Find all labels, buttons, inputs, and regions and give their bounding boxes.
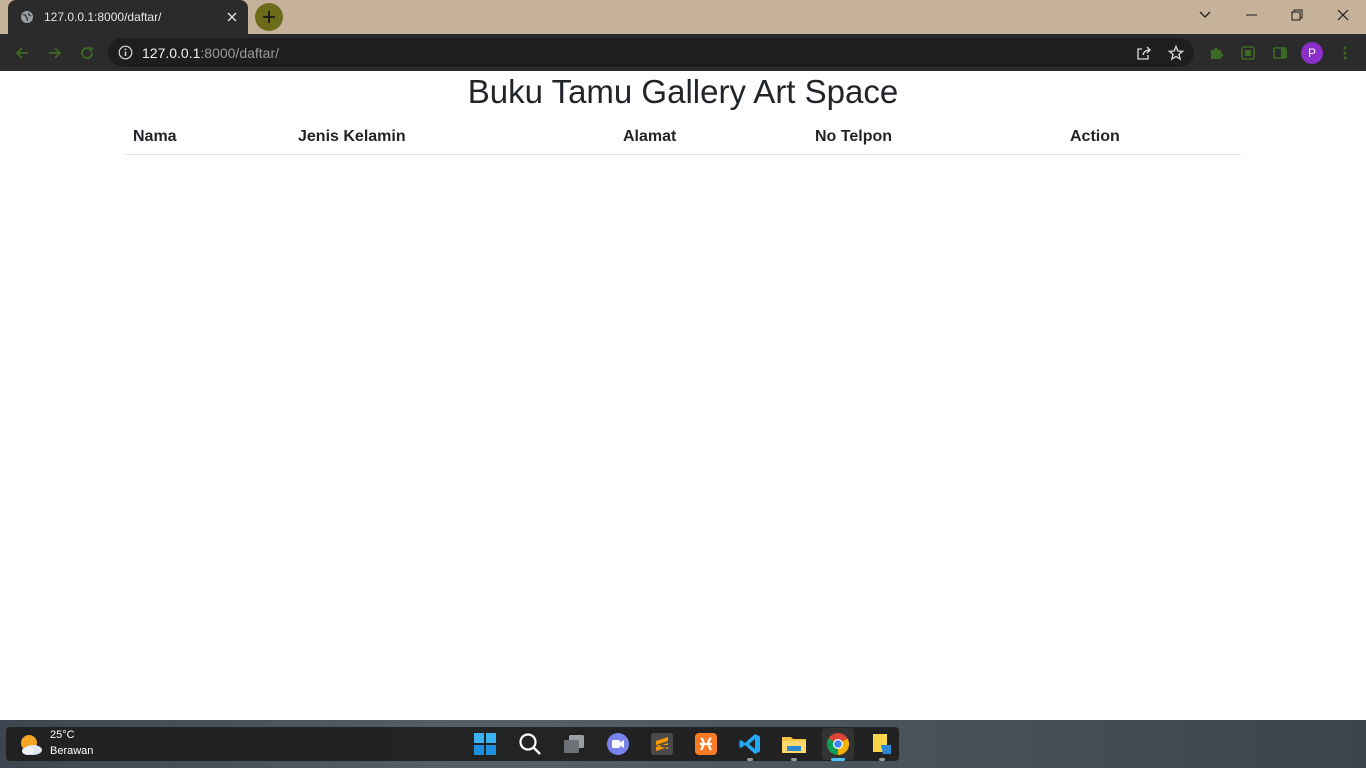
guest-table: Nama Jenis Kelamin Alamat No Telpon Acti… <box>125 121 1241 155</box>
weather-temperature[interactable]: 25°C <box>50 729 75 741</box>
reload-icon[interactable] <box>77 43 97 63</box>
column-header-alamat: Alamat <box>615 121 807 155</box>
vscode-icon[interactable] <box>734 728 766 761</box>
minimize-icon[interactable] <box>1228 0 1274 30</box>
sublime-text-icon[interactable] <box>646 728 678 760</box>
extensions-puzzle-icon[interactable] <box>1206 43 1226 63</box>
bookmark-star-icon[interactable] <box>1167 44 1185 62</box>
new-tab-button[interactable] <box>255 3 283 31</box>
weather-description[interactable]: Berawan <box>50 745 93 757</box>
tab-title: 127.0.0.1:8000/daftar/ <box>44 10 162 24</box>
teams-chat-icon[interactable] <box>602 728 634 760</box>
globe-icon <box>20 10 34 24</box>
column-header-no-telpon: No Telpon <box>807 121 1062 155</box>
file-explorer-icon[interactable] <box>778 728 810 761</box>
file-explorer-running-indicator <box>791 758 797 761</box>
column-header-jenis-kelamin: Jenis Kelamin <box>290 121 615 155</box>
chrome-icon[interactable] <box>822 728 854 761</box>
sticky-notes-running-indicator <box>879 758 885 761</box>
windows-taskbar: 25°C Berawan <box>0 720 1366 768</box>
menu-kebab-icon[interactable] <box>1335 43 1355 63</box>
address-bar[interactable]: 127.0.0.1:8000/daftar/ <box>108 38 1194 67</box>
close-tab-icon[interactable] <box>224 9 240 25</box>
side-panel-icon[interactable] <box>1270 43 1290 63</box>
browser-tab-strip: 127.0.0.1:8000/daftar/ <box>0 0 1366 34</box>
weather-partly-cloudy-icon[interactable] <box>18 733 44 757</box>
profile-avatar[interactable]: P <box>1301 42 1323 64</box>
chrome-active-indicator <box>831 758 845 761</box>
tab-search-icon[interactable] <box>1182 0 1228 30</box>
table-header-row: Nama Jenis Kelamin Alamat No Telpon Acti… <box>125 121 1241 155</box>
column-header-action: Action <box>1062 121 1241 155</box>
extension-icon[interactable] <box>1238 43 1258 63</box>
url-text: 127.0.0.1:8000/daftar/ <box>142 45 279 61</box>
url-host: 127.0.0.1 <box>142 45 201 61</box>
page-title: Buku Tamu Gallery Art Space <box>467 73 899 110</box>
xampp-icon[interactable] <box>690 728 722 760</box>
close-window-icon[interactable] <box>1320 0 1366 30</box>
task-view-icon[interactable] <box>558 728 590 760</box>
forward-arrow-icon[interactable] <box>45 43 65 63</box>
page-content: Buku Tamu Gallery Art Space Nama Jenis K… <box>0 71 1366 720</box>
vscode-running-indicator <box>747 758 753 761</box>
browser-tab[interactable]: 127.0.0.1:8000/daftar/ <box>8 0 248 34</box>
sticky-notes-icon[interactable] <box>866 728 898 761</box>
browser-toolbar: 127.0.0.1:8000/daftar/ P <box>0 34 1366 71</box>
windows-start-icon[interactable] <box>469 728 501 760</box>
restore-icon[interactable] <box>1274 0 1320 30</box>
share-icon[interactable] <box>1135 44 1153 62</box>
search-icon[interactable] <box>514 728 546 760</box>
site-info-icon[interactable] <box>118 45 133 60</box>
column-header-nama: Nama <box>125 121 290 155</box>
back-arrow-icon[interactable] <box>12 43 32 63</box>
url-path: :8000/daftar/ <box>200 45 280 61</box>
